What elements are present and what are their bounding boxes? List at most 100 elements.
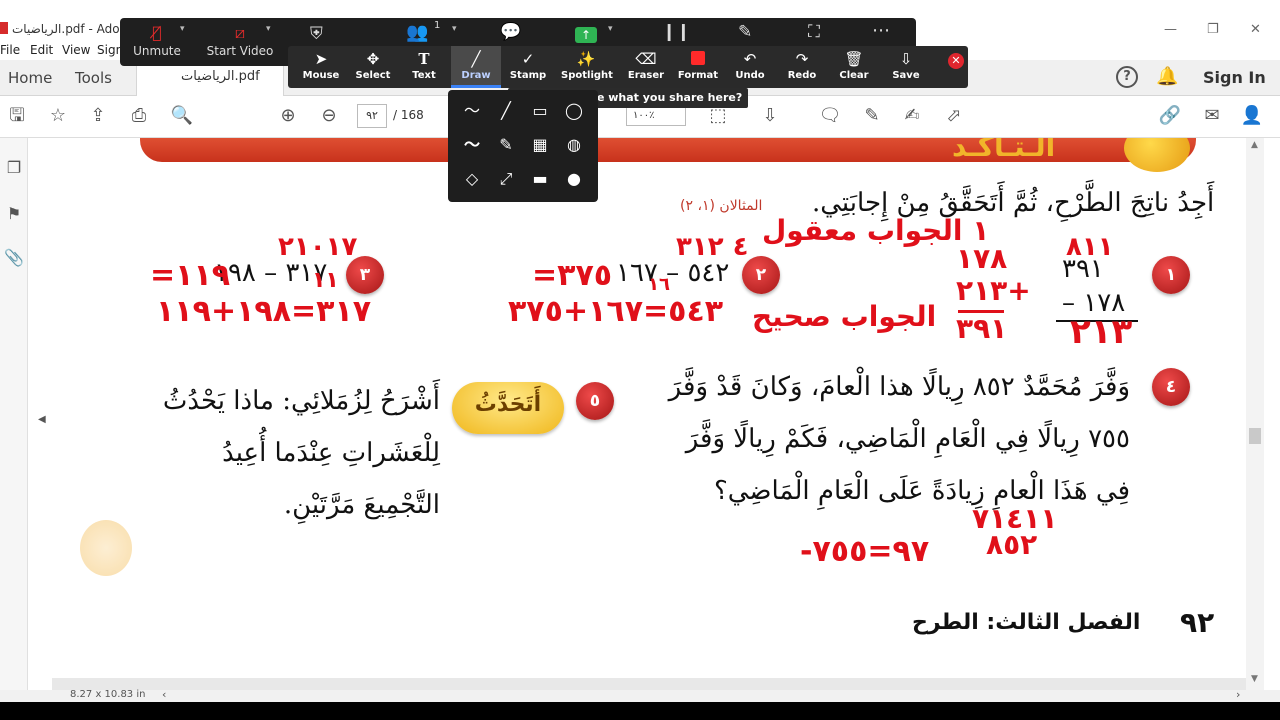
print-icon[interactable]: ⎙ xyxy=(127,104,151,128)
tool-eraser[interactable]: ⌫ Eraser xyxy=(621,46,671,88)
question-5-badge: ٥ xyxy=(576,382,614,420)
participants-count: 1 xyxy=(434,20,441,31)
menu-file[interactable]: File xyxy=(0,43,20,57)
bookmark-star-icon[interactable]: ☆ xyxy=(46,104,70,128)
tool-format-label: Format xyxy=(677,70,719,81)
sign-in-button[interactable]: Sign In xyxy=(1203,68,1266,87)
tool-text[interactable]: T Text xyxy=(399,46,449,88)
q5-line-3: التَّجْمِيعَ مَرَّتَيْنِ. xyxy=(283,490,440,520)
scroll-left-icon[interactable]: ‹ xyxy=(162,688,166,701)
highlighter-icon[interactable]: ✎ xyxy=(490,130,522,160)
add-user-icon[interactable]: 👤 xyxy=(1240,104,1264,128)
close-window-button[interactable]: ✕ xyxy=(1250,22,1261,37)
tool-mouse[interactable]: ➤ Mouse xyxy=(296,46,346,88)
ellipse-filled-icon[interactable]: ● xyxy=(558,164,590,194)
page-number-input[interactable]: ٩٢ xyxy=(357,104,387,128)
ellipse-outline-icon[interactable]: ◯ xyxy=(558,96,590,126)
stamp-icon: ✓ xyxy=(521,50,535,68)
bookmarks-icon[interactable]: ⚑ xyxy=(4,204,24,226)
freehand-thick-icon[interactable]: 〜 xyxy=(456,130,488,160)
menu-view[interactable]: View xyxy=(62,43,90,57)
start-video-label: Start Video xyxy=(206,44,274,58)
scroll-right-icon[interactable]: › xyxy=(1236,688,1240,701)
notification-bell-icon[interactable]: 🔔 xyxy=(1156,66,1178,87)
scroll-mode-icon[interactable]: ⇩ xyxy=(758,104,782,128)
next-page-icon[interactable]: ⊖ xyxy=(317,104,341,128)
diamond-icon[interactable]: ◇ xyxy=(456,164,488,194)
collapse-panel-icon[interactable]: ◀ xyxy=(38,414,46,425)
help-icon[interactable]: ? xyxy=(1116,66,1138,88)
tool-mouse-label: Mouse xyxy=(302,70,340,81)
remote-control-icon[interactable]: ⛶ xyxy=(808,22,820,42)
share-screen-icon[interactable]: ↑ xyxy=(575,27,597,43)
video-options-chevron-icon[interactable]: ▾ xyxy=(266,24,271,34)
tool-format[interactable]: Format xyxy=(673,46,723,88)
draw-sign-icon[interactable]: ✍ xyxy=(900,104,924,128)
page-thumbnails-icon[interactable]: ❐ xyxy=(4,158,24,180)
q3-borrow-note: ٢١٠١٧ xyxy=(278,232,358,262)
restore-button[interactable]: ❐ xyxy=(1207,22,1219,37)
line-icon[interactable]: ╱ xyxy=(490,96,522,126)
scroll-thumb[interactable] xyxy=(1249,428,1261,444)
scroll-up-icon[interactable]: ▲ xyxy=(1251,140,1258,150)
tab-home[interactable]: Home xyxy=(8,69,52,87)
comment-icon[interactable]: 🗨 xyxy=(818,104,842,128)
q3-result: ١١٩= xyxy=(150,258,231,293)
security-shield-icon[interactable]: ⛨ xyxy=(310,24,323,44)
close-annotation-icon[interactable]: ✕ xyxy=(948,53,964,69)
tool-stamp-label: Stamp xyxy=(509,70,547,81)
tool-save[interactable]: ⇩ Save xyxy=(881,46,931,88)
horizontal-scrollbar[interactable] xyxy=(52,678,1246,690)
rectangle-pattern-icon[interactable]: ▦ xyxy=(524,130,556,160)
participants-icon[interactable]: 👥 xyxy=(406,22,428,43)
zoom-search-icon[interactable]: 🔍 xyxy=(170,104,194,128)
tool-spotlight[interactable]: ✨ Spotlight xyxy=(561,46,613,88)
tool-clear[interactable]: 🗑 Clear xyxy=(829,46,879,88)
ellipse-pattern-icon[interactable]: ◍ xyxy=(558,130,590,160)
save-file-icon[interactable]: 🖫 xyxy=(5,104,29,128)
q4-minuend-note: ٨٥٢ xyxy=(986,528,1038,561)
freehand-thin-icon[interactable]: 〜 xyxy=(456,96,488,126)
example-reference: المثالان (١، ٢) xyxy=(680,198,763,214)
rectangle-filled-icon[interactable]: ▬ xyxy=(524,164,556,194)
tool-save-label: Save xyxy=(892,70,920,81)
annotate-icon[interactable]: ✎ xyxy=(738,22,752,42)
pause-share-icon[interactable]: ❙❙ xyxy=(662,22,691,42)
page-size-label: 8.27 x 10.83 in xyxy=(70,689,146,700)
email-icon[interactable]: ✉ xyxy=(1200,104,1224,128)
vertical-scrollbar[interactable]: ▲ ▼ xyxy=(1246,138,1264,690)
publisher-watermark-icon xyxy=(80,520,132,576)
fill-sign-icon[interactable]: ⬀ xyxy=(942,104,966,128)
tool-select[interactable]: ✥ Select xyxy=(348,46,398,88)
rectangle-outline-icon[interactable]: ▭ xyxy=(524,96,556,126)
tool-spotlight-label: Spotlight xyxy=(561,70,613,81)
screen-bottom-edge xyxy=(0,702,1280,720)
q3-borrow-note-2: ١١ xyxy=(312,268,339,293)
spotlight-icon: ✨ xyxy=(576,50,596,68)
talk-badge: أَتَحَدَّثُ xyxy=(452,382,564,434)
tab-tools[interactable]: Tools xyxy=(75,69,112,87)
audio-options-chevron-icon[interactable]: ▾ xyxy=(180,24,185,34)
tool-redo[interactable]: ↷ Redo xyxy=(777,46,827,88)
chapter-title: الفصل الثالث: الطرح xyxy=(912,610,1141,635)
previous-page-icon[interactable]: ⊕ xyxy=(276,104,300,128)
zoom-level-select[interactable]: ١٠٠٪ xyxy=(626,106,686,126)
menu-edit[interactable]: Edit xyxy=(30,43,53,57)
scroll-down-icon[interactable]: ▼ xyxy=(1251,674,1258,684)
attachments-icon[interactable]: 📎 xyxy=(4,248,24,270)
chat-icon[interactable]: 💬 xyxy=(500,22,521,42)
tool-draw[interactable]: ╱ Draw xyxy=(451,46,501,88)
pdf-page: الـتـأكـد أَجِدُ ناتِجَ الطَّرْحِ، ثُمَّ… xyxy=(52,138,1246,678)
more-icon[interactable]: ⋯ xyxy=(872,20,890,41)
q2-borrow-note: ٤ ٣١٢ xyxy=(676,232,749,262)
share-link-icon[interactable]: 🔗 xyxy=(1158,104,1182,128)
highlight-pen-icon[interactable]: ✎ xyxy=(860,104,884,128)
tool-undo[interactable]: ↶ Undo xyxy=(725,46,775,88)
upload-cloud-icon[interactable]: ⇪ xyxy=(86,104,110,128)
tool-stamp[interactable]: ✓ Stamp xyxy=(503,46,553,88)
double-arrow-icon[interactable]: ⤢ xyxy=(490,164,522,194)
share-chevron-icon[interactable]: ▾ xyxy=(608,24,613,34)
minimize-button[interactable]: — xyxy=(1164,22,1177,37)
question-1-badge: ١ xyxy=(1152,256,1190,294)
participants-chevron-icon[interactable]: ▾ xyxy=(452,24,457,34)
